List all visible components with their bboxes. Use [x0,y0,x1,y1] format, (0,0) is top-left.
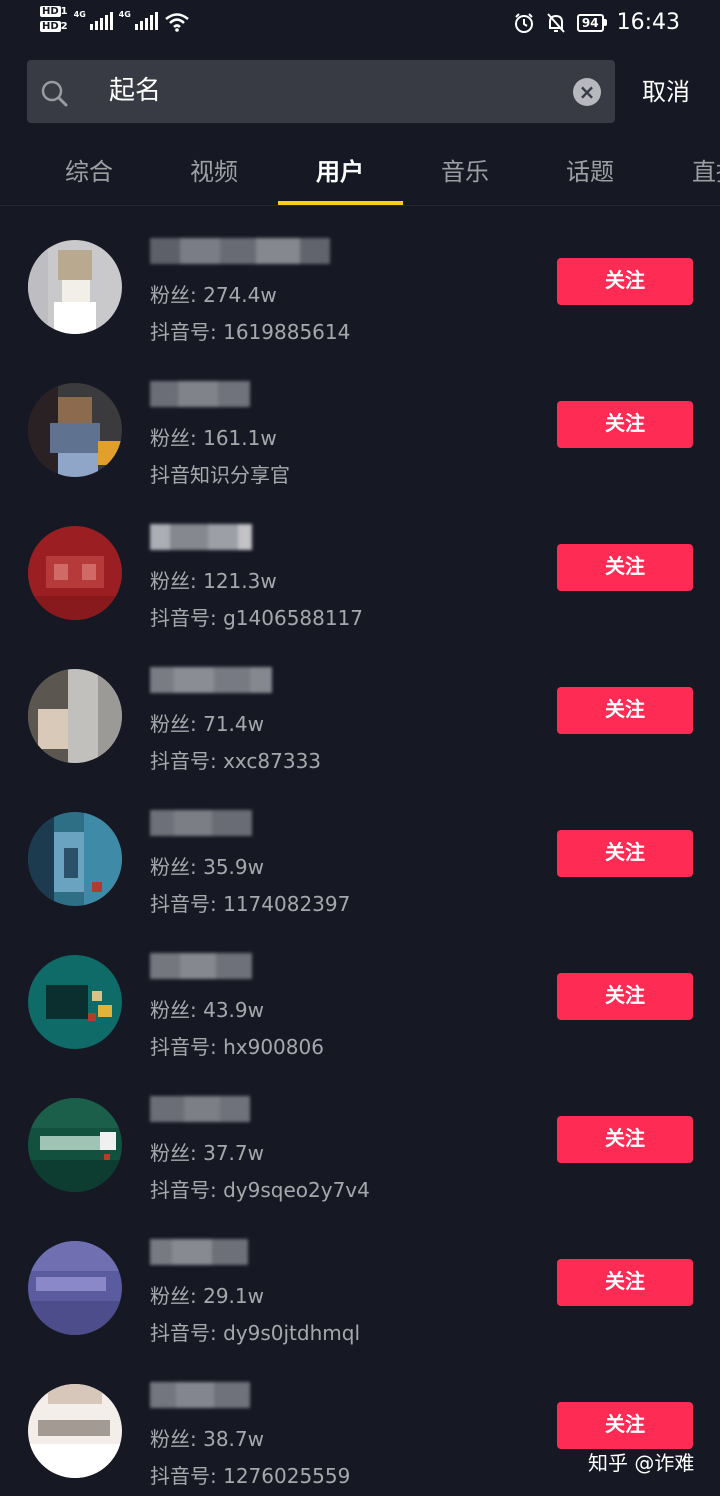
avatar[interactable] [28,240,122,334]
avatar[interactable] [28,812,122,906]
status-right: 94 16:43 [513,10,680,35]
fans-count: 粉丝: 274.4w [150,283,277,307]
fans-count: 粉丝: 35.9w [150,855,264,879]
hd-indicator-2: HD 2 [40,21,68,32]
user-id: 抖音号: hx900806 [150,1035,324,1059]
user-id: 抖音号: 1276025559 [150,1464,351,1488]
battery-icon: 94 [576,13,607,32]
list-item[interactable]: 粉丝: 35.9w 抖音号: 1174082397 关注 [0,784,720,927]
user-id: 抖音号: xxc87333 [150,749,322,773]
follow-button[interactable]: 关注 [557,1259,693,1306]
avatar[interactable] [28,1098,122,1192]
fans-count: 粉丝: 71.4w [150,712,264,736]
source-watermark: 知乎 @诈难 [588,1451,695,1475]
list-item[interactable]: 粉丝: 274.4w 抖音号: 1619885614 关注 [0,212,720,355]
tab-music[interactable]: 音乐 [441,154,489,190]
category-tabs: 综合 视频 用户 音乐 话题 直播 [0,140,720,206]
avatar[interactable] [28,383,122,477]
tab-live[interactable]: 直播 [692,154,720,190]
follow-button[interactable]: 关注 [557,1116,693,1163]
fans-count: 粉丝: 43.9w [150,998,264,1022]
search-query-text[interactable]: 起名 [109,74,161,108]
follow-button[interactable]: 关注 [557,1402,693,1449]
user-id: 抖音号: 1174082397 [150,892,351,916]
user-id: 抖音号: dy9sqeo2y7v4 [150,1178,370,1202]
fans-count: 粉丝: 38.7w [150,1427,264,1451]
follow-button[interactable]: 关注 [557,830,693,877]
status-bar: HD 1 HD 2 4G 4G 94 16:43 [0,0,720,48]
user-list: 粉丝: 274.4w 抖音号: 1619885614 关注 粉丝: 161.1w… [0,212,720,1496]
avatar[interactable] [28,526,122,620]
fans-count: 粉丝: 161.1w [150,426,277,450]
user-id: 抖音知识分享官 [150,463,290,487]
list-item[interactable]: 粉丝: 43.9w 抖音号: hx900806 关注 [0,927,720,1070]
avatar[interactable] [28,1384,122,1478]
tab-topics[interactable]: 话题 [566,154,614,190]
signal-icon: 4G [74,10,113,30]
follow-button[interactable]: 关注 [557,258,693,305]
avatar[interactable] [28,955,122,1049]
signal-icon: 4G [119,10,158,30]
username-blurred [150,1382,250,1408]
list-item[interactable]: 粉丝: 71.4w 抖音号: xxc87333 关注 [0,641,720,784]
user-id: 抖音号: 1619885614 [150,320,351,344]
hd-indicator-1: HD 1 [40,6,68,17]
follow-button[interactable]: 关注 [557,973,693,1020]
user-id: 抖音号: g1406588117 [150,606,364,630]
username-blurred [150,238,330,264]
follow-button[interactable]: 关注 [557,401,693,448]
fans-count: 粉丝: 121.3w [150,569,277,593]
username-blurred [150,953,252,979]
list-item[interactable]: 粉丝: 161.1w 抖音知识分享官 关注 [0,355,720,498]
cancel-button[interactable]: 取消 [642,76,690,108]
username-blurred [150,381,250,407]
avatar[interactable] [28,1241,122,1335]
list-item[interactable]: 粉丝: 37.7w 抖音号: dy9sqeo2y7v4 关注 [0,1070,720,1213]
active-tab-indicator [278,201,403,205]
follow-button[interactable]: 关注 [557,544,693,591]
username-blurred [150,1096,250,1122]
hd-indicators: HD 1 HD 2 [40,6,68,32]
status-left: HD 1 HD 2 4G 4G [40,6,190,32]
clear-icon[interactable]: × [573,78,601,106]
fans-count: 粉丝: 37.7w [150,1141,264,1165]
tab-video[interactable]: 视频 [190,154,238,190]
user-id: 抖音号: dy9s0jtdhmql [150,1321,360,1345]
list-item[interactable]: 粉丝: 29.1w 抖音号: dy9s0jtdhmql 关注 [0,1213,720,1356]
follow-button[interactable]: 关注 [557,687,693,734]
list-item[interactable]: 粉丝: 121.3w 抖音号: g1406588117 关注 [0,498,720,641]
search-results-screen: HD 1 HD 2 4G 4G 94 16:43 起名 × 取消 综合 视频 用… [0,0,720,1496]
username-blurred [150,524,252,550]
avatar[interactable] [28,669,122,763]
search-bar: 起名 × 取消 [0,60,720,124]
search-input[interactable]: 起名 × [27,60,615,123]
mute-bell-icon [547,12,565,33]
search-icon [41,80,68,107]
tab-general[interactable]: 综合 [65,154,113,190]
alarm-icon [514,12,533,33]
clock: 16:43 [616,10,680,35]
tab-users[interactable]: 用户 [316,154,364,190]
wifi-icon [164,13,189,32]
fans-count: 粉丝: 29.1w [150,1284,264,1308]
username-blurred [150,810,252,836]
username-blurred [150,667,272,693]
username-blurred [150,1239,248,1265]
